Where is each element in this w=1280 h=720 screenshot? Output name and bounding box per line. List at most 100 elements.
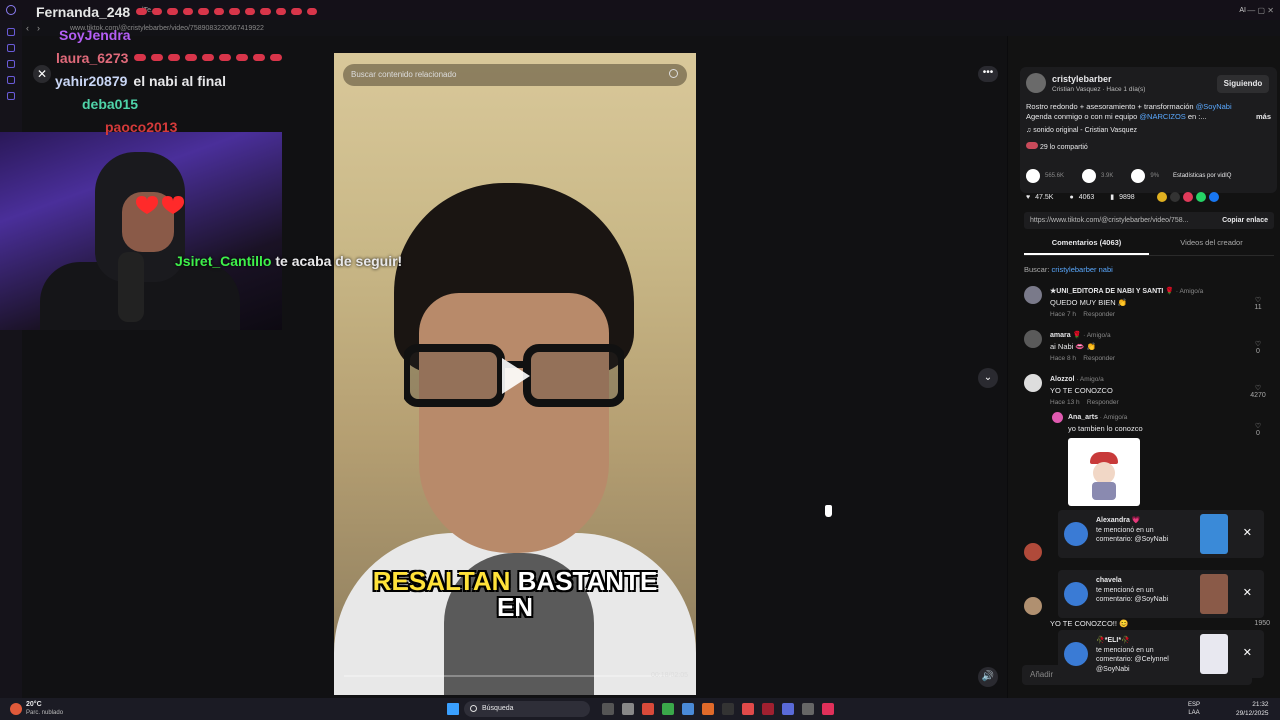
reply-button[interactable]: Responder bbox=[1087, 399, 1119, 406]
taskbar-app-icon[interactable] bbox=[762, 703, 774, 715]
weather-widget[interactable]: 20°C Parc. nublado bbox=[26, 701, 63, 717]
comment-username[interactable]: ★UNI_EDITORA DE NABI Y SANTI 🌹 bbox=[1050, 288, 1174, 295]
more-options-button[interactable]: ••• bbox=[978, 66, 998, 82]
clock[interactable]: 21:32 29/12/2025 bbox=[1236, 700, 1269, 718]
taskbar-app-icon[interactable] bbox=[702, 703, 714, 715]
bookmark-icon[interactable]: ▮ bbox=[1110, 193, 1114, 201]
vidiq-stats-label[interactable]: Estadísticas por vidIQ bbox=[1173, 173, 1231, 179]
author-avatar[interactable] bbox=[1026, 73, 1046, 93]
related-search-input[interactable]: Buscar contenido relacionado bbox=[343, 64, 687, 86]
search-query[interactable]: cristylebarber nabi bbox=[1052, 265, 1113, 274]
stats-icon[interactable] bbox=[1131, 169, 1146, 183]
taskbar-app-icon[interactable] bbox=[642, 703, 654, 715]
sidebar-icon-5[interactable] bbox=[7, 92, 15, 100]
mention-notification[interactable]: 🥀*ELI*🥀 te mencionó en un comentario: @Cel… bbox=[1058, 630, 1264, 678]
more-link[interactable]: más bbox=[1256, 112, 1271, 122]
heart-outline-icon[interactable]: ♡ bbox=[1248, 384, 1268, 392]
shared-avatars-icon bbox=[1026, 142, 1038, 149]
comment-username[interactable]: amara 🌹 bbox=[1050, 332, 1081, 339]
volume-button[interactable]: 🔊 bbox=[978, 667, 998, 687]
lips-emote-icon bbox=[291, 8, 302, 15]
link-box[interactable]: https://www.tiktok.com/@cristylebarber/v… bbox=[1024, 212, 1274, 229]
commenter-avatar[interactable] bbox=[1024, 286, 1042, 304]
comment-like[interactable]: ♡ 0 bbox=[1248, 422, 1268, 437]
tiktok-video[interactable]: Buscar contenido relacionado RESALTAN BA… bbox=[334, 53, 696, 695]
taskbar-app-icon[interactable] bbox=[782, 703, 794, 715]
commenter-avatar[interactable] bbox=[1024, 374, 1042, 392]
commenter-avatar-6[interactable] bbox=[1024, 597, 1042, 615]
play-icon[interactable] bbox=[502, 358, 530, 394]
author-name[interactable]: cristylebarber bbox=[1052, 74, 1112, 84]
sound-line[interactable]: ♫ sonido original - Cristian Vasquez bbox=[1026, 127, 1137, 134]
copy-link-button[interactable]: Copiar enlace bbox=[1222, 212, 1268, 229]
browser-menu-icon[interactable] bbox=[6, 5, 16, 15]
taskbar-app-icon[interactable] bbox=[722, 703, 734, 715]
commenter-avatar-5[interactable] bbox=[1024, 543, 1042, 561]
comment-username[interactable]: Ana_arts bbox=[1068, 414, 1098, 421]
notification-thumbnail[interactable] bbox=[1200, 514, 1228, 554]
heart-outline-icon[interactable]: ♡ bbox=[1248, 422, 1268, 430]
windows-taskbar: 20°C Parc. nublado Búsqueda ESP LAA 21:3… bbox=[0, 698, 1280, 720]
taskbar-app-icon[interactable] bbox=[622, 703, 634, 715]
close-notification-icon[interactable]: ✕ bbox=[1243, 526, 1252, 539]
comment-username[interactable]: Alozzol bbox=[1050, 376, 1075, 383]
clock-time: 21:32 bbox=[1252, 701, 1269, 708]
search-icon[interactable] bbox=[669, 69, 678, 78]
lips-emote-icon bbox=[244, 8, 256, 15]
video-progress-bar[interactable] bbox=[344, 675, 674, 677]
notification-thumbnail[interactable] bbox=[1200, 634, 1228, 674]
desc-mention-1[interactable]: @SoyNabi bbox=[1196, 102, 1232, 111]
close-notification-icon[interactable]: ✕ bbox=[1243, 646, 1252, 659]
heart-icon[interactable]: ♥ bbox=[1026, 194, 1030, 201]
mention-notification[interactable]: chavela te mencionó en un comentario: @Soy… bbox=[1058, 570, 1264, 618]
link-text[interactable]: https://www.tiktok.com/@cristylebarber/v… bbox=[1030, 217, 1188, 224]
window-controls[interactable]: — ▢ ✕ bbox=[1247, 6, 1274, 15]
taskbar-app-icon[interactable] bbox=[802, 703, 814, 715]
commenter-avatar[interactable] bbox=[1052, 412, 1063, 423]
share-icon[interactable] bbox=[1082, 169, 1097, 183]
comment-item: Alozzol · Amigo/a YO TE CONOZCO Hace 13 h … bbox=[1050, 374, 1119, 406]
heart-outline-icon[interactable]: ♡ bbox=[1248, 296, 1268, 304]
heart-outline-icon[interactable]: ♡ bbox=[1248, 340, 1268, 348]
sidebar-icon-4[interactable] bbox=[7, 76, 15, 84]
comment-like[interactable]: ♡ 11 bbox=[1248, 296, 1268, 311]
comment-like[interactable]: ♡ 0 bbox=[1248, 340, 1268, 355]
sidebar-icon-1[interactable] bbox=[7, 28, 15, 36]
lips-emote-icon bbox=[185, 54, 198, 61]
comments-tabs: Comentarios (4063) Videos del creador bbox=[1024, 238, 1274, 256]
tab-0[interactable]: Comentarios (4063) bbox=[1024, 238, 1149, 255]
share-apps-icons[interactable] bbox=[1156, 192, 1219, 202]
lips-emote-icon bbox=[168, 54, 181, 61]
tab-1[interactable]: Videos del creador bbox=[1149, 238, 1274, 255]
taskbar-app-icon[interactable] bbox=[662, 703, 674, 715]
desc-mention-2[interactable]: @NARCIZOS bbox=[1139, 112, 1185, 121]
chat-message: laura_6273 bbox=[22, 46, 322, 69]
taskbar-search[interactable]: Búsqueda bbox=[464, 701, 590, 717]
comment-tag: · Amigo/a bbox=[1174, 288, 1204, 295]
comment-icon[interactable]: ● bbox=[1069, 194, 1073, 201]
commenter-avatar[interactable] bbox=[1024, 330, 1042, 348]
reply-button[interactable]: Responder bbox=[1083, 355, 1115, 362]
sound-text[interactable]: sonido original - Cristian Vasquez bbox=[1033, 127, 1137, 134]
mention-notification[interactable]: Alexandra 💗 te mencionó en un comentario: … bbox=[1058, 510, 1264, 558]
close-notification-icon[interactable]: ✕ bbox=[1243, 586, 1252, 599]
taskbar-app-icon[interactable] bbox=[602, 703, 614, 715]
chat-username: SoyJendra bbox=[59, 26, 131, 43]
start-button[interactable] bbox=[447, 703, 459, 715]
taskbar-app-icon[interactable] bbox=[682, 703, 694, 715]
next-video-button[interactable]: ⌄ bbox=[978, 368, 998, 388]
sidebar-icon-2[interactable] bbox=[7, 44, 15, 52]
close-video-button[interactable]: ✕ bbox=[33, 65, 51, 83]
reply-button[interactable]: Responder bbox=[1083, 311, 1115, 318]
taskbar-app-icon[interactable] bbox=[742, 703, 754, 715]
lips-emote-icon bbox=[198, 8, 209, 15]
following-button[interactable]: Siguiendo bbox=[1217, 75, 1269, 93]
weather-icon[interactable] bbox=[10, 703, 22, 715]
notification-thumbnail[interactable] bbox=[1200, 574, 1228, 614]
language-indicator[interactable]: ESP LAA bbox=[1188, 701, 1200, 717]
comment-like[interactable]: ♡ 4270 bbox=[1248, 384, 1268, 399]
taskbar-app-icon[interactable] bbox=[822, 703, 834, 715]
search-line[interactable]: Buscar: cristylebarber nabi bbox=[1024, 265, 1113, 274]
sidebar-icon-3[interactable] bbox=[7, 60, 15, 68]
ai-button[interactable]: AI bbox=[1239, 7, 1246, 14]
